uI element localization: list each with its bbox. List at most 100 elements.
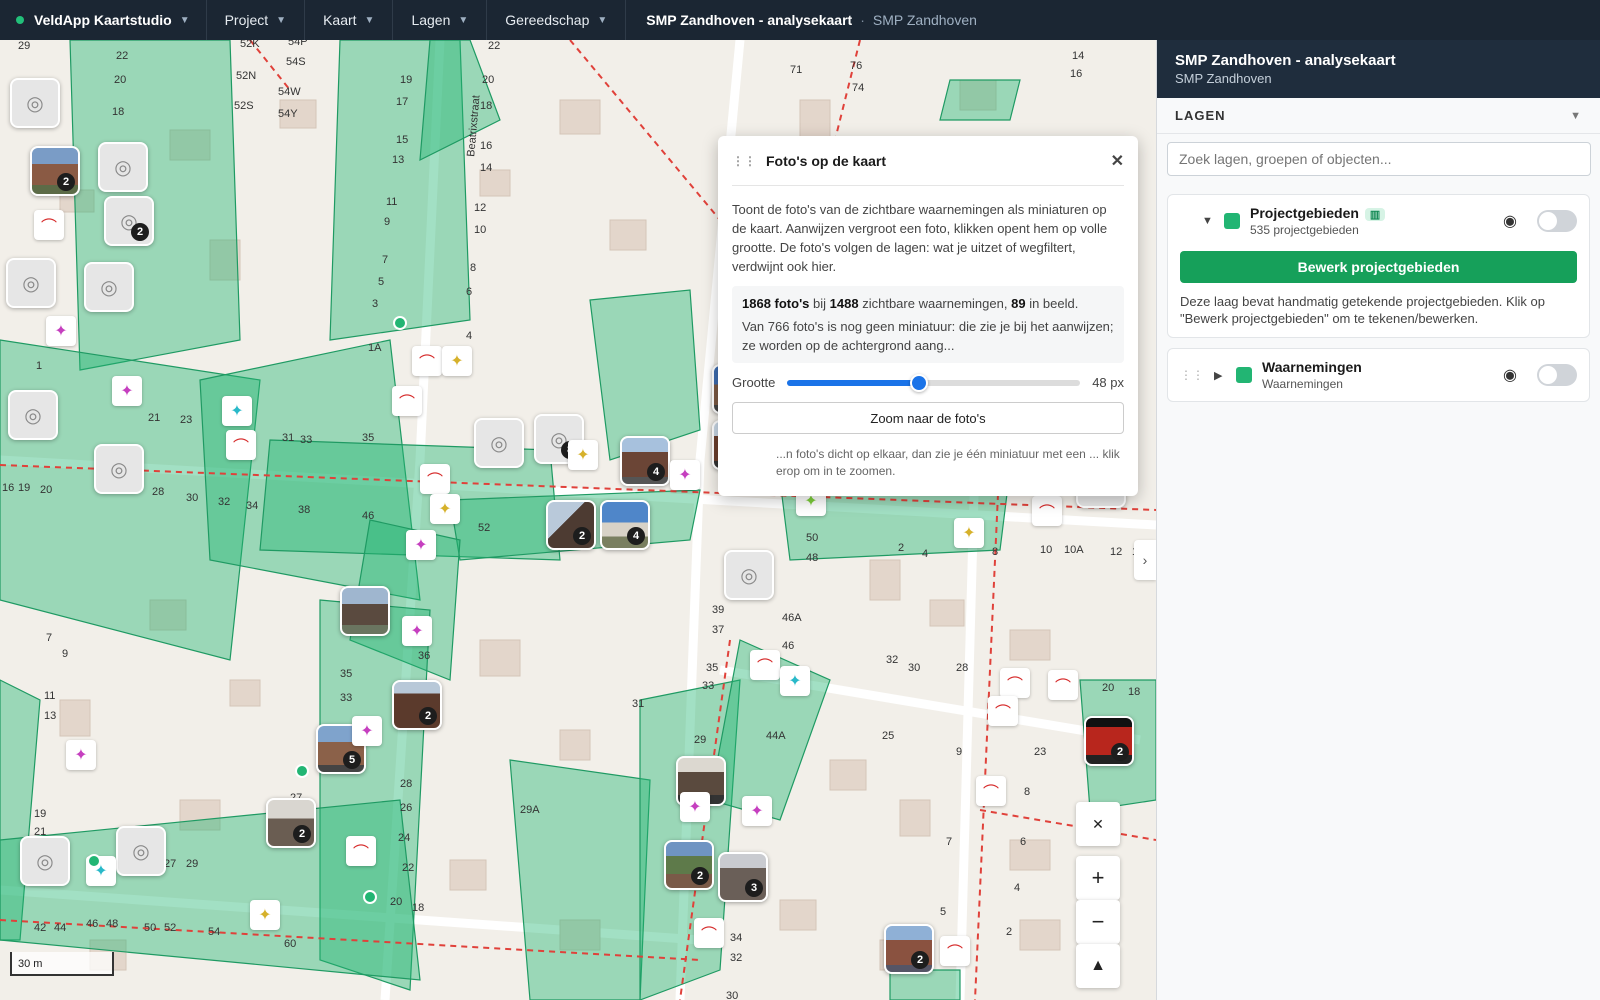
photo-cluster[interactable]: 4 bbox=[600, 500, 650, 550]
photo-count-badge: 2 bbox=[131, 223, 149, 241]
layers-section-header[interactable]: LAGEN ▼ bbox=[1157, 98, 1600, 134]
eye-icon[interactable]: ◉ bbox=[1503, 365, 1517, 385]
photo-cluster[interactable]: 2 bbox=[664, 840, 714, 890]
bat-observation-icon[interactable]: ⌒ bbox=[1032, 496, 1062, 526]
bird-observation-icon[interactable]: ✦ bbox=[250, 900, 280, 930]
location-marker[interactable] bbox=[393, 316, 407, 330]
photo-cluster[interactable]: 2 bbox=[546, 500, 596, 550]
photo-placeholder[interactable]: ◎ bbox=[10, 78, 60, 128]
bird-observation-icon[interactable]: ✦ bbox=[112, 376, 142, 406]
bird-observation-icon[interactable]: ✦ bbox=[46, 316, 76, 346]
drag-handle-icon[interactable]: ⋮⋮ bbox=[732, 154, 756, 168]
photo[interactable] bbox=[340, 586, 390, 636]
photo-placeholder[interactable]: ◎ bbox=[20, 836, 70, 886]
photo-placeholder[interactable]: ◎ bbox=[116, 826, 166, 876]
photo-placeholder[interactable]: ◎ bbox=[84, 262, 134, 312]
bird-observation-icon[interactable]: ✦ bbox=[954, 518, 984, 548]
bird-observation-icon[interactable]: ✦ bbox=[430, 494, 460, 524]
menu-label: Lagen bbox=[411, 12, 451, 28]
drag-handle-icon[interactable]: ⋮⋮ bbox=[1180, 368, 1204, 382]
close-icon[interactable]: ✕ bbox=[1111, 151, 1124, 171]
bat-observation-icon[interactable]: ⌒ bbox=[940, 936, 970, 966]
house-number: 9 bbox=[956, 746, 963, 758]
bird-observation-icon[interactable]: ✦ bbox=[442, 346, 472, 376]
zoom-to-photos-button[interactable]: Zoom naar de foto's bbox=[732, 402, 1124, 434]
compass-button[interactable]: ▲ bbox=[1076, 944, 1120, 988]
bird-observation-icon[interactable]: ✦ bbox=[680, 792, 710, 822]
bird-observation-icon[interactable]: ✦ bbox=[222, 396, 252, 426]
bird-observation-icon[interactable]: ✦ bbox=[670, 460, 700, 490]
bat-observation-icon[interactable]: ⌒ bbox=[1048, 670, 1078, 700]
bat-observation-icon[interactable]: ⌒ bbox=[34, 210, 64, 240]
bat-observation-icon[interactable]: ⌒ bbox=[226, 430, 256, 460]
slider-handle[interactable] bbox=[910, 373, 929, 392]
panel-toggle-button[interactable]: › bbox=[1134, 540, 1156, 580]
photo-placeholder[interactable]: ◎ bbox=[474, 418, 524, 468]
expand-toggle-icon[interactable]: ▼ bbox=[1202, 215, 1214, 227]
menu-project[interactable]: Project ▼ bbox=[207, 0, 306, 40]
bat-observation-icon[interactable]: ⌒ bbox=[750, 650, 780, 680]
house-number: 14 bbox=[480, 162, 493, 174]
edit-project-areas-button[interactable]: Bewerk projectgebieden bbox=[1180, 251, 1577, 283]
app-brand-menu[interactable]: VeldApp Kaartstudio ▼ bbox=[0, 0, 207, 40]
bat-observation-icon[interactable]: ⌒ bbox=[694, 918, 724, 948]
bird-observation-icon[interactable]: ✦ bbox=[402, 616, 432, 646]
photo-cluster[interactable]: 2 bbox=[884, 924, 934, 974]
breadcrumb-project[interactable]: SMP Zandhoven bbox=[873, 12, 977, 28]
house-number: 39 bbox=[712, 604, 725, 616]
menu-gereedschap[interactable]: Gereedschap ▼ bbox=[487, 0, 627, 40]
photo-cluster[interactable]: 3 bbox=[718, 852, 768, 902]
photo-cluster[interactable]: 2 bbox=[392, 680, 442, 730]
house-number: 12 bbox=[474, 202, 487, 214]
layer-search-input[interactable] bbox=[1167, 142, 1591, 176]
bird-observation-icon[interactable]: ✦ bbox=[66, 740, 96, 770]
house-number: 35 bbox=[340, 668, 353, 680]
layer-style-button[interactable]: ✕ bbox=[1076, 802, 1120, 846]
bat-observation-icon[interactable]: ⌒ bbox=[392, 386, 422, 416]
photo-placeholder[interactable]: ◎ bbox=[8, 390, 58, 440]
zoom-in-button[interactable]: + bbox=[1076, 856, 1120, 900]
bat-observation-icon[interactable]: ⌒ bbox=[988, 696, 1018, 726]
bird-observation-icon[interactable]: ✦ bbox=[406, 530, 436, 560]
breadcrumb-map[interactable]: SMP Zandhoven - analysekaart bbox=[646, 12, 852, 28]
photo-placeholder[interactable]: ◎ bbox=[98, 142, 148, 192]
expand-toggle-icon[interactable]: ▶ bbox=[1214, 369, 1226, 382]
layer-name: Waarnemingen bbox=[1262, 359, 1362, 375]
bird-observation-icon[interactable]: ✦ bbox=[780, 666, 810, 696]
location-marker[interactable] bbox=[363, 890, 377, 904]
camera-icon: ◎ bbox=[490, 432, 508, 455]
stat-photos: 1868 foto's bbox=[742, 296, 810, 311]
location-marker[interactable] bbox=[87, 854, 101, 868]
photo-cluster[interactable]: ◎ 2 bbox=[104, 196, 154, 246]
photo-cluster[interactable]: 2 bbox=[266, 798, 316, 848]
photo-cluster[interactable]: 2 bbox=[30, 146, 80, 196]
bat-observation-icon[interactable]: ⌒ bbox=[412, 346, 442, 376]
photo-placeholder[interactable]: ◎ bbox=[94, 444, 144, 494]
zoom-out-button[interactable]: − bbox=[1076, 900, 1120, 944]
size-slider[interactable] bbox=[787, 373, 1081, 392]
menu-kaart[interactable]: Kaart ▼ bbox=[305, 0, 394, 40]
bat-observation-icon[interactable]: ⌒ bbox=[1000, 668, 1030, 698]
house-number: 31 bbox=[282, 432, 295, 444]
house-number: 52 bbox=[478, 522, 491, 534]
stat-note: Van 766 foto's is nog geen miniatuur: di… bbox=[742, 319, 1114, 353]
bat-observation-icon[interactable]: ⌒ bbox=[976, 776, 1006, 806]
photo-cluster[interactable]: 4 bbox=[620, 436, 670, 486]
menu-lagen[interactable]: Lagen ▼ bbox=[393, 0, 488, 40]
bird-observation-icon[interactable]: ✦ bbox=[742, 796, 772, 826]
bat-observation-icon[interactable]: ⌒ bbox=[420, 464, 450, 494]
bird-observation-icon[interactable]: ✦ bbox=[352, 716, 382, 746]
layer-visibility-toggle[interactable] bbox=[1537, 364, 1577, 386]
house-number: 25 bbox=[882, 730, 895, 742]
photo-count-badge: 2 bbox=[57, 173, 75, 191]
map-canvas[interactable]: Beatrixstraat 29 22 20 18 52K 52N 52S 54P 54S 54W… bbox=[0, 40, 1156, 1000]
photo-placeholder[interactable]: ◎ bbox=[724, 550, 774, 600]
eye-icon[interactable]: ◉ bbox=[1503, 211, 1517, 231]
bat-observation-icon[interactable]: ⌒ bbox=[346, 836, 376, 866]
panel-header: SMP Zandhoven - analysekaart SMP Zandhov… bbox=[1157, 40, 1600, 98]
photo-cluster[interactable]: 2 bbox=[1084, 716, 1134, 766]
photo-placeholder[interactable]: ◎ bbox=[6, 258, 56, 308]
location-marker[interactable] bbox=[295, 764, 309, 778]
layer-visibility-toggle[interactable] bbox=[1537, 210, 1577, 232]
bird-observation-icon[interactable]: ✦ bbox=[568, 440, 598, 470]
